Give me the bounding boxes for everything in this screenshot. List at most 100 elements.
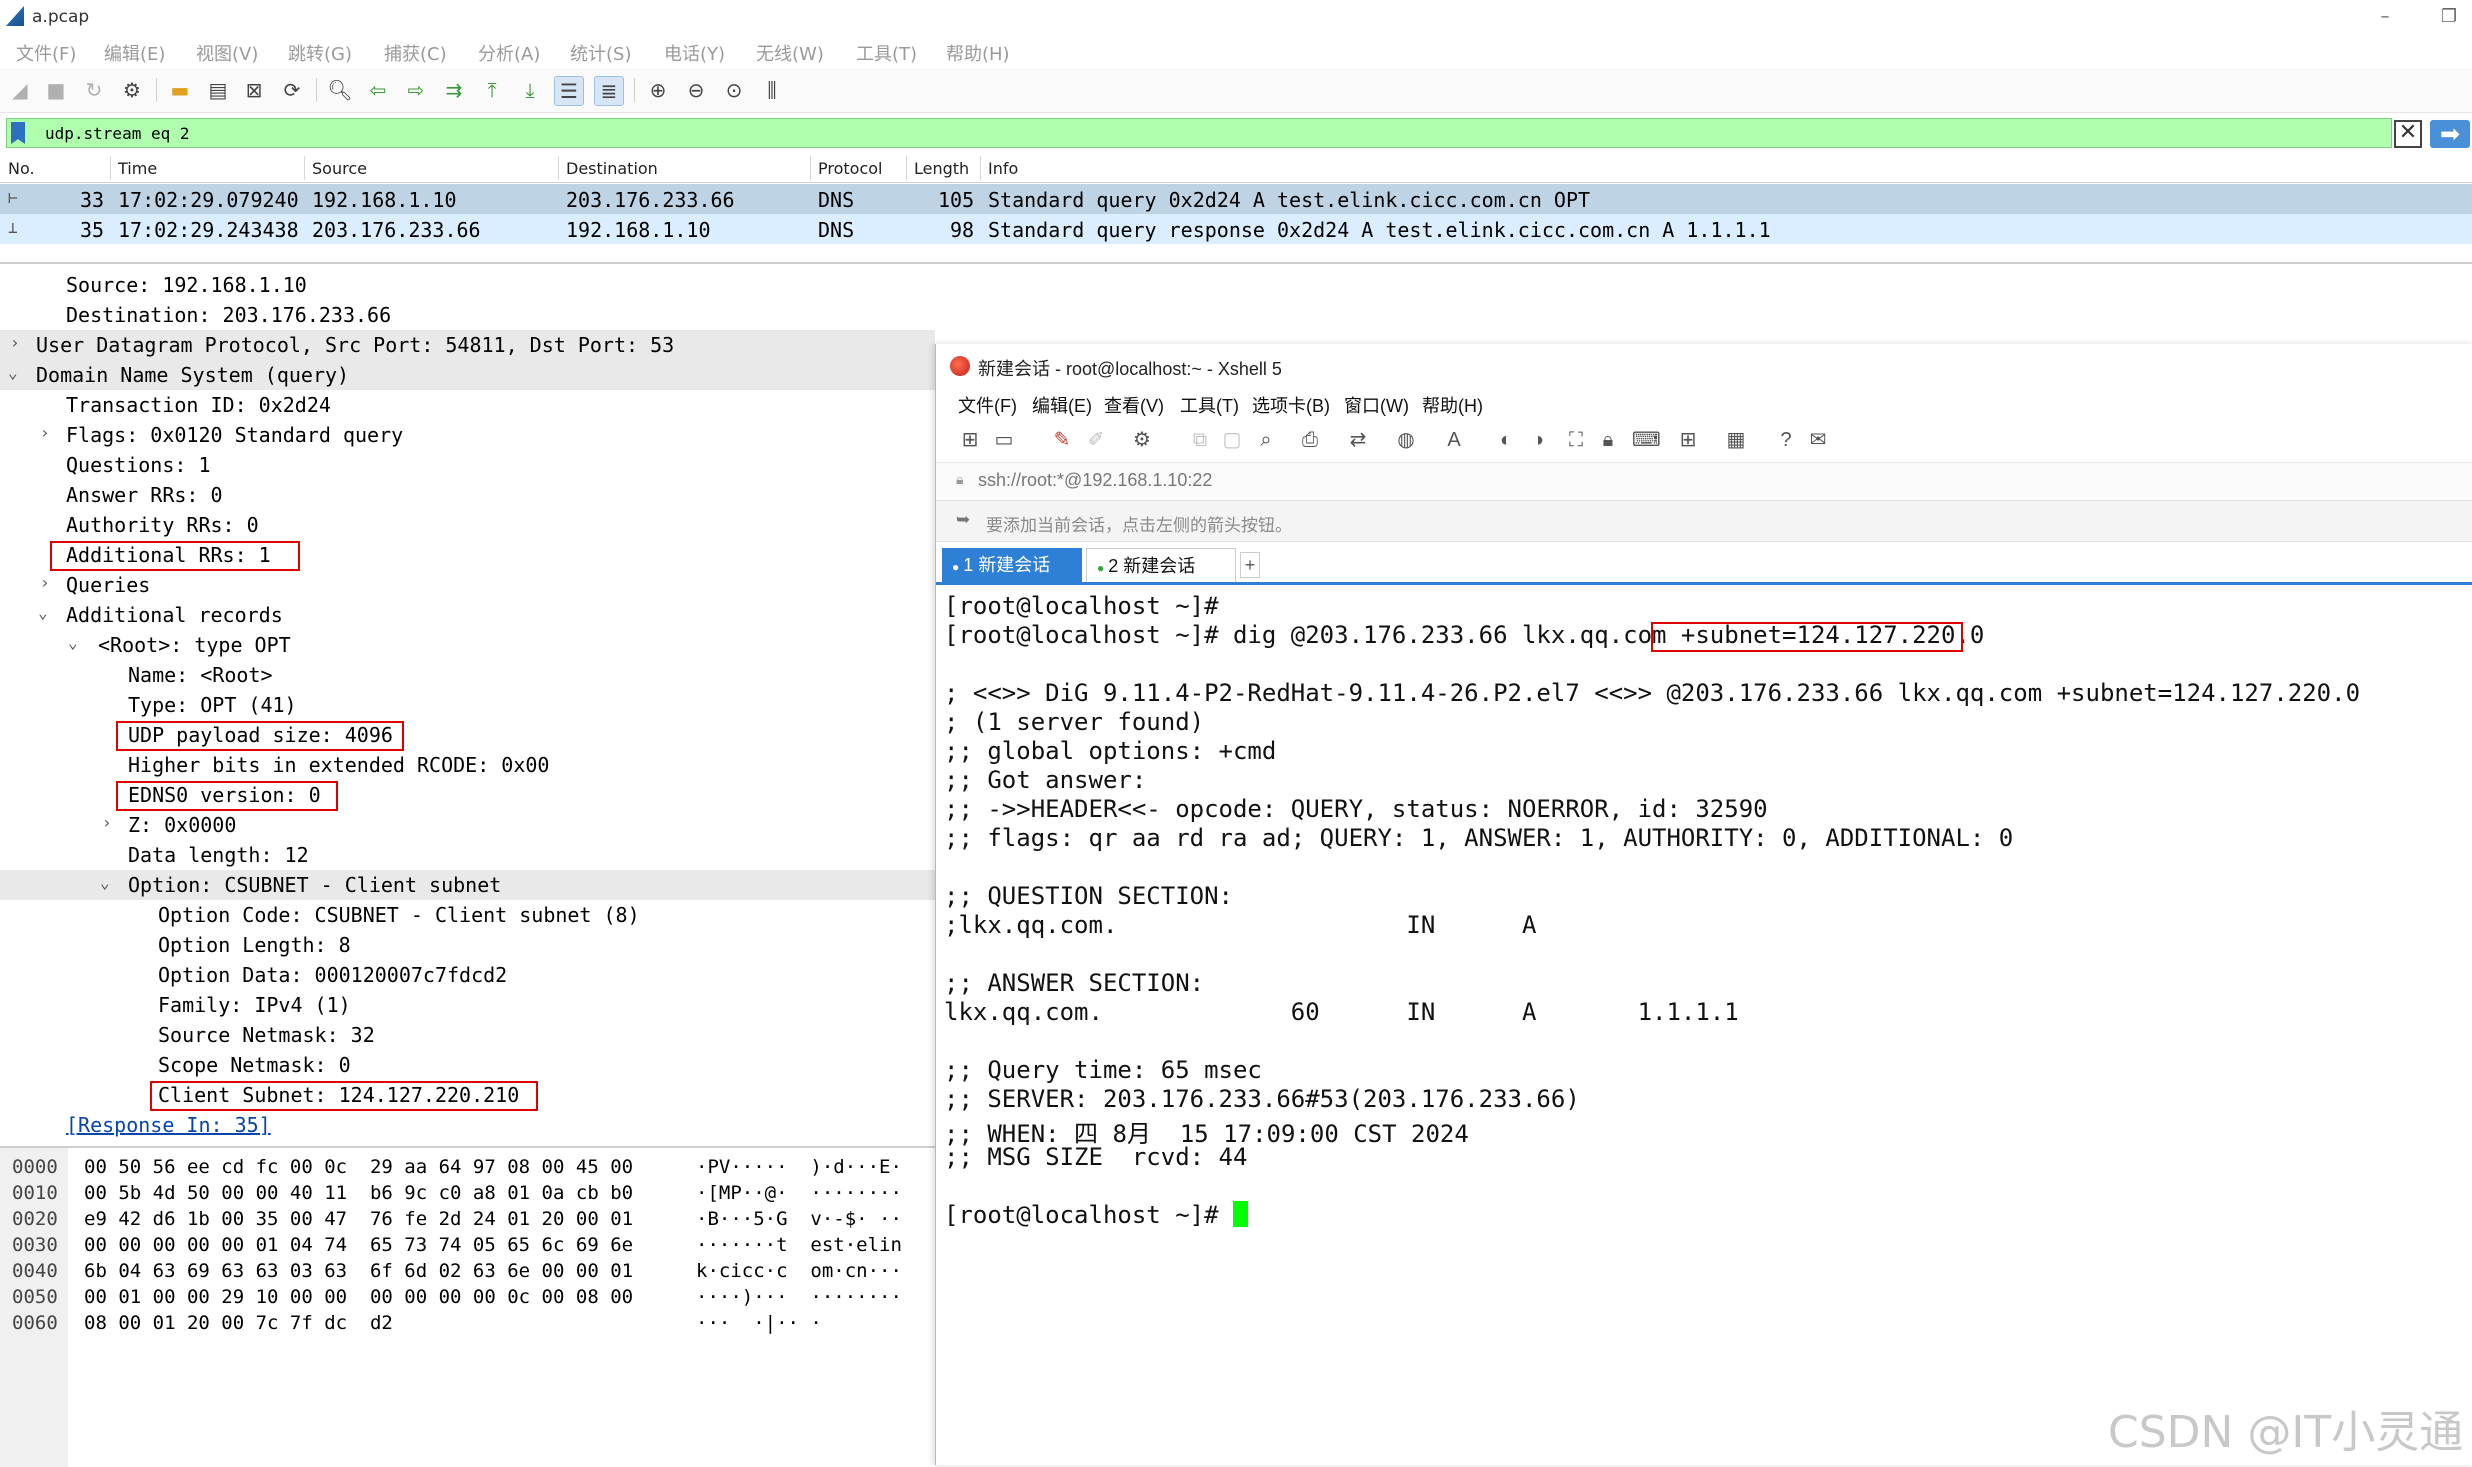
menu-help[interactable]: 帮助(H): [946, 40, 1010, 66]
detail-line[interactable]: Destination: 203.176.233.66: [0, 300, 935, 330]
zoom-reset-icon[interactable]: ⊙: [720, 76, 748, 104]
globe-icon[interactable]: ◍: [1392, 426, 1420, 454]
detail-line[interactable]: Family: IPv4 (1): [0, 990, 935, 1020]
chat-icon[interactable]: ✉: [1804, 426, 1832, 454]
restore-icon[interactable]: ❐: [2436, 4, 2462, 30]
column-length[interactable]: Length: [914, 159, 969, 178]
apply-filter-icon[interactable]: ➡: [2430, 120, 2470, 148]
find-icon[interactable]: ⌕: [1252, 426, 1280, 454]
paste-icon[interactable]: ▢: [1218, 426, 1246, 454]
find-packet-icon[interactable]: 🔍︎: [326, 76, 354, 104]
open-session-icon[interactable]: ▭: [990, 426, 1018, 454]
detail-line[interactable]: Source Netmask: 32: [0, 1020, 935, 1050]
keyboard-icon[interactable]: ⌨: [1632, 426, 1661, 454]
go-forward-icon[interactable]: ⇨: [402, 76, 430, 104]
detail-line[interactable]: Scope Netmask: 0: [0, 1050, 935, 1080]
go-first-icon[interactable]: ⤒: [478, 76, 506, 104]
packet-row[interactable]: ⊥ 35 17:02:29.243438 203.176.233.66 192.…: [0, 214, 2472, 244]
display-filter-input[interactable]: [45, 120, 2345, 146]
detail-line[interactable]: Option Code: CSUBNET - Client subnet (8): [0, 900, 935, 930]
reload-file-icon[interactable]: ⟳: [278, 76, 306, 104]
xmanager-icon[interactable]: ◑: [1524, 426, 1552, 454]
detail-line[interactable]: Option Length: 8: [0, 930, 935, 960]
column-source[interactable]: Source: [312, 159, 367, 178]
lock-icon[interactable]: 🔒︎: [1594, 426, 1622, 454]
xs-menu-help[interactable]: 帮助(H): [1422, 392, 1483, 418]
xs-menu-tools[interactable]: 工具(T): [1180, 392, 1239, 418]
stop-capture-icon[interactable]: ■: [42, 76, 70, 104]
save-file-icon[interactable]: ▤: [204, 76, 232, 104]
detail-line-csubnet[interactable]: ⌄ Option: CSUBNET - Client subnet: [0, 870, 935, 900]
restart-capture-icon[interactable]: ↻: [80, 76, 108, 104]
packet-row[interactable]: ⊢ 33 17:02:29.079240 192.168.1.10 203.17…: [0, 184, 2472, 214]
new-session-icon[interactable]: ⊞: [956, 426, 984, 454]
minimize-icon[interactable]: –: [2372, 4, 2398, 30]
reconnect-icon[interactable]: ⚙: [1128, 426, 1156, 454]
xshell-address-bar[interactable]: 🔒︎ ssh://root:*@192.168.1.10:22: [936, 462, 2472, 497]
detail-line[interactable]: ⌄ <Root>: type OPT: [0, 630, 935, 660]
go-to-packet-icon[interactable]: ⇉: [440, 76, 468, 104]
resize-columns-icon[interactable]: ⫼: [758, 76, 786, 104]
xs-menu-tab[interactable]: 选项卡(B): [1252, 392, 1330, 418]
response-in-link[interactable]: [Response In: 35]: [0, 1110, 935, 1140]
tab-session-2[interactable]: ● 2 新建会话: [1086, 548, 1236, 582]
menu-file[interactable]: 文件(F): [16, 40, 76, 66]
capture-options-icon[interactable]: ⚙: [118, 76, 146, 104]
start-capture-icon[interactable]: ◢: [6, 76, 34, 104]
detail-line[interactable]: Higher bits in extended RCODE: 0x00: [0, 750, 935, 780]
autoscroll-icon[interactable]: ☰: [554, 76, 584, 106]
detail-line[interactable]: Type: OPT (41): [0, 690, 935, 720]
menu-wireless[interactable]: 无线(W): [756, 40, 824, 66]
menu-go[interactable]: 跳转(G): [288, 40, 352, 66]
new-tab-button[interactable]: +: [1240, 552, 1260, 578]
close-file-icon[interactable]: ⊠: [240, 76, 268, 104]
detail-line[interactable]: Questions: 1: [0, 450, 935, 480]
fullscreen-icon[interactable]: ⛶: [1562, 426, 1590, 454]
xs-menu-view[interactable]: 查看(V): [1104, 392, 1164, 418]
go-last-icon[interactable]: ⤓: [516, 76, 544, 104]
tab-session-1[interactable]: ● 1 新建会话: [942, 548, 1082, 582]
menu-capture[interactable]: 捕获(C): [384, 40, 447, 66]
clear-filter-icon[interactable]: ✕: [2394, 120, 2422, 148]
connect-icon[interactable]: ✎: [1048, 426, 1076, 454]
column-no[interactable]: No.: [8, 159, 35, 178]
menu-tools[interactable]: 工具(T): [856, 40, 917, 66]
menu-analyze[interactable]: 分析(A): [478, 40, 540, 66]
menu-statistics[interactable]: 统计(S): [570, 40, 631, 66]
detail-line[interactable]: Answer RRs: 0: [0, 480, 935, 510]
help-icon[interactable]: ?: [1772, 426, 1800, 454]
open-file-icon[interactable]: ▬: [166, 76, 194, 104]
column-time[interactable]: Time: [118, 159, 157, 178]
detail-line[interactable]: › Z: 0x0000: [0, 810, 935, 840]
font-icon[interactable]: A: [1440, 426, 1468, 454]
copy-icon[interactable]: ⧉: [1186, 426, 1214, 454]
column-protocol[interactable]: Protocol: [818, 159, 882, 178]
print-icon[interactable]: ⎙: [1296, 426, 1324, 454]
menu-edit[interactable]: 编辑(E): [104, 40, 165, 66]
transfer-icon[interactable]: ⇄: [1344, 426, 1372, 454]
zoom-in-icon[interactable]: ⊕: [644, 76, 672, 104]
zoom-out-icon[interactable]: ⊖: [682, 76, 710, 104]
detail-line[interactable]: ⌄ Additional records: [0, 600, 935, 630]
disconnect-icon[interactable]: ✐: [1082, 426, 1110, 454]
add-session-arrow-icon[interactable]: ➥: [956, 510, 970, 530]
xftp-icon[interactable]: ◐: [1492, 426, 1520, 454]
xs-menu-window[interactable]: 窗口(W): [1344, 392, 1409, 418]
go-back-icon[interactable]: ⇦: [364, 76, 392, 104]
xs-menu-edit[interactable]: 编辑(E): [1032, 392, 1092, 418]
xs-menu-file[interactable]: 文件(F): [958, 392, 1017, 418]
terminal-output[interactable]: [root@localhost ~]# [root@localhost ~]# …: [936, 586, 2472, 1465]
detail-line[interactable]: Transaction ID: 0x2d24: [0, 390, 935, 420]
detail-line[interactable]: Name: <Root>: [0, 660, 935, 690]
add-tab-icon[interactable]: ⊞: [1674, 426, 1702, 454]
colorize-icon[interactable]: ≣: [594, 76, 624, 106]
detail-line-udp[interactable]: › User Datagram Protocol, Src Port: 54811…: [0, 330, 935, 360]
detail-line[interactable]: Authority RRs: 0: [0, 510, 935, 540]
detail-line[interactable]: › Flags: 0x0120 Standard query: [0, 420, 935, 450]
detail-line[interactable]: › Queries: [0, 570, 935, 600]
detail-line[interactable]: Source: 192.168.1.10: [0, 270, 935, 300]
menu-telephony[interactable]: 电话(Y): [664, 40, 725, 66]
detail-line-dns[interactable]: ⌄ Domain Name System (query): [0, 360, 935, 390]
column-info[interactable]: Info: [988, 159, 1018, 178]
detail-line[interactable]: Option Data: 000120007c7fdcd2: [0, 960, 935, 990]
